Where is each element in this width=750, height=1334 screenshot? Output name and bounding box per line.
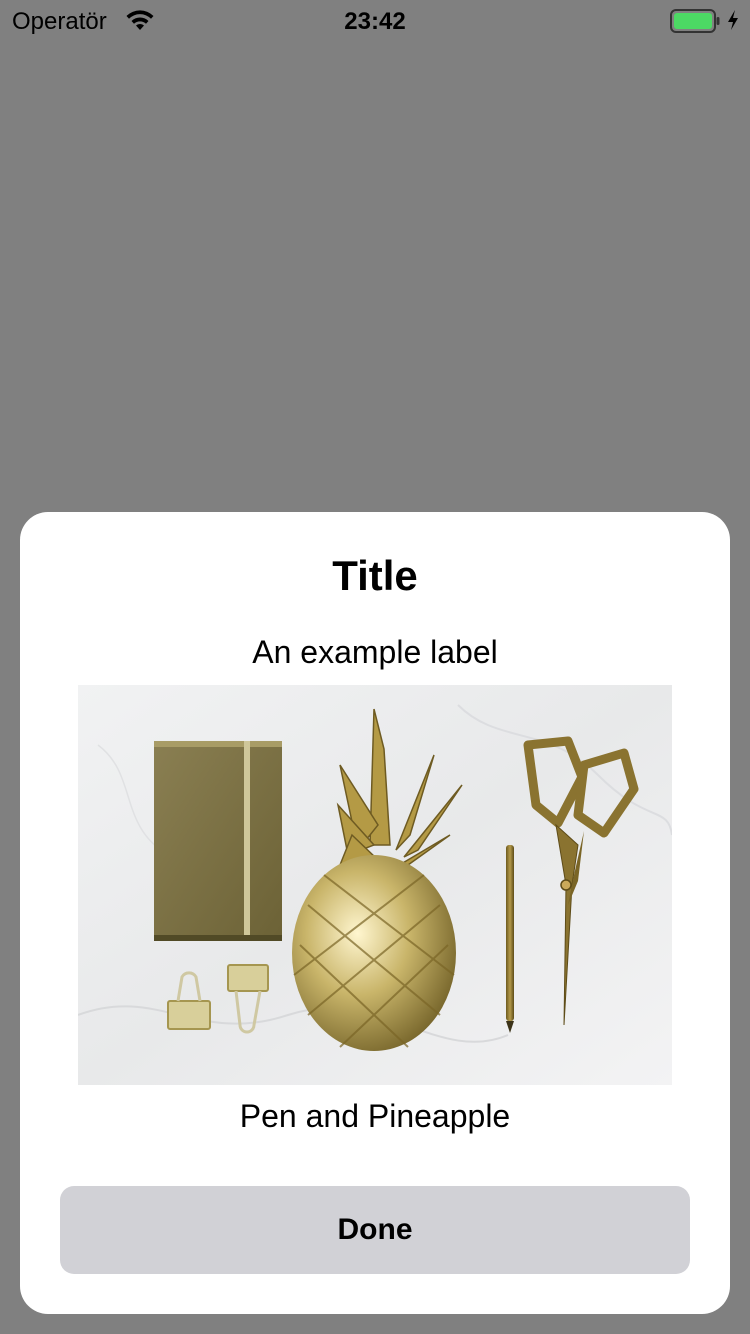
charging-bolt-icon (728, 10, 738, 30)
dialog-title: Title (332, 552, 418, 599)
battery-icon (670, 9, 720, 33)
done-button[interactable]: Done (60, 1186, 690, 1274)
status-bar: Operatör 23:42 (0, 0, 750, 40)
screen: Operatör 23:42 Title An example label Pe… (0, 0, 750, 1334)
photo-image (78, 685, 672, 1085)
image-caption: Pen and Pineapple (239, 1098, 511, 1134)
clock-time: 23:42 (344, 8, 406, 35)
dialog-subtitle: An example label (252, 634, 498, 670)
